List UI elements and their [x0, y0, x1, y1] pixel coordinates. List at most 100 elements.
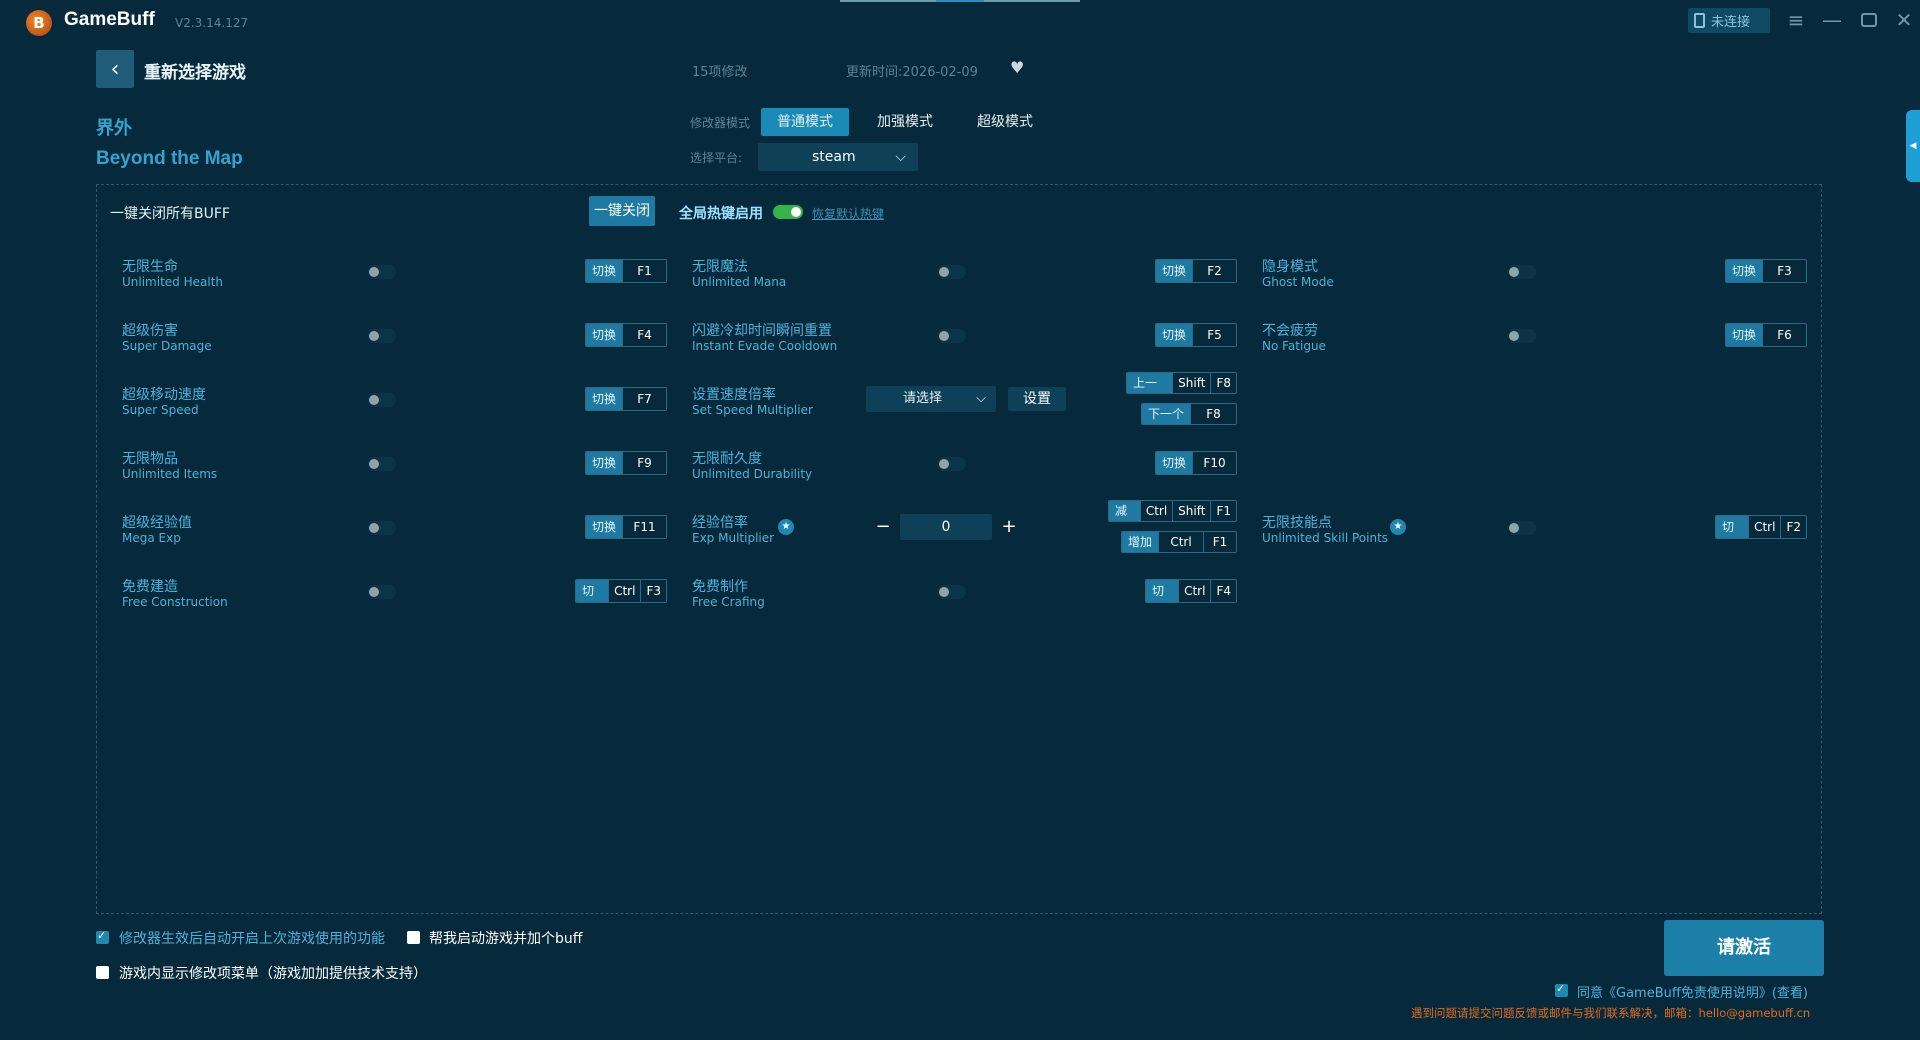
hotkey-button[interactable]: 切换 F4 [585, 323, 667, 347]
cheat-name-cn: 无限物品 [122, 451, 178, 467]
side-collapse-tab[interactable]: ◀ [1906, 110, 1920, 182]
cheat-name-cn: 超级经验值 [122, 515, 192, 531]
agree-terms-link[interactable]: 同意《GameBuff免责使用说明》(查看) [1577, 982, 1808, 1001]
cheat-name-en: Free Construction [122, 595, 228, 609]
star-icon: ★ [1390, 519, 1406, 535]
hotkey-button[interactable]: 切换 Ctrl F2 [1715, 515, 1807, 539]
tab-super-mode[interactable]: 超级模式 [961, 108, 1049, 136]
exp-increase-hotkey[interactable]: 增加 Ctrl F1 [1121, 531, 1237, 553]
back-arrow-icon: ‹ [110, 56, 120, 82]
platform-select[interactable]: steam ⌵ [758, 143, 918, 171]
hotkey-button[interactable]: 切换 F7 [585, 387, 667, 411]
hotkey-button[interactable]: 切换 F10 [1155, 451, 1237, 475]
all-buff-label: 一键关闭所有BUFF [110, 206, 230, 222]
platform-value: steam [812, 149, 856, 165]
launch-game-label: 帮我启动游戏并加个buff [429, 931, 583, 947]
cheat-name-cn: 无限耐久度 [692, 451, 762, 467]
cheat-toggle[interactable] [368, 457, 396, 471]
chevron-down-icon: ⌵ [976, 391, 986, 406]
exp-value-input[interactable]: 0 [900, 514, 992, 540]
cheat-name-en: Unlimited Items [122, 467, 218, 481]
exp-name-en: Exp Multiplier [692, 531, 775, 545]
cheat-name-cn: 不会疲劳 [1262, 323, 1318, 339]
contact-info: 遇到问题请提交问题反馈或邮件与我们联系解决，邮箱：hello@gamebuff.… [1411, 1006, 1811, 1020]
menu-icon[interactable]: ≡ [1782, 6, 1810, 34]
app-title: GameBuff [64, 9, 155, 30]
agree-checkbox[interactable] [1555, 982, 1568, 997]
speed-set-button[interactable]: 设置 [1008, 387, 1066, 411]
star-icon: ★ [778, 519, 794, 535]
exp-minus-button[interactable]: − [873, 517, 893, 537]
maximize-icon[interactable] [1855, 6, 1883, 34]
speed-name-en: Set Speed Multiplier [692, 403, 813, 417]
window-drag-indicator [840, 0, 936, 2]
hotkey-button[interactable]: 切换 F6 [1725, 323, 1807, 347]
tab-normal-mode[interactable]: 普通模式 [761, 108, 849, 136]
cheat-name-cn: 免费建造 [122, 579, 178, 595]
ingame-menu-checkbox[interactable] [96, 966, 109, 979]
back-button[interactable]: ‹ [96, 50, 134, 88]
tab-enhanced-mode[interactable]: 加强模式 [861, 108, 949, 136]
cheat-name-en: Super Speed [122, 403, 199, 417]
activate-button[interactable]: 请激活 [1664, 920, 1824, 976]
connection-button[interactable]: 未连接 [1688, 8, 1770, 33]
auto-enable-checkbox[interactable] [96, 929, 109, 944]
cheat-name-en: Unlimited Health [122, 275, 224, 289]
reselect-game-label[interactable]: 重新选择游戏 [144, 58, 246, 83]
restore-default-hotkeys-link[interactable]: 恢复默认热键 [812, 205, 884, 222]
cheat-toggle[interactable] [368, 265, 396, 279]
game-title-cn: 界外 [96, 118, 132, 139]
hotkey-button[interactable]: 切换 F3 [1725, 259, 1807, 283]
cheat-toggle[interactable] [368, 393, 396, 407]
heart-icon[interactable]: ♥ [1010, 58, 1024, 77]
cheat-name-en: Unlimited Durability [692, 467, 813, 481]
launch-game-checkbox[interactable] [407, 931, 420, 944]
hotkey-button[interactable]: 切换 F9 [585, 451, 667, 475]
connection-status: 未连接 [1711, 15, 1751, 30]
close-icon[interactable]: ✕ [1890, 6, 1918, 34]
global-hotkey-toggle[interactable] [773, 205, 803, 219]
speed-select-value: 请选择 [903, 391, 943, 406]
cheat-name-en: Free Crafing [692, 595, 765, 609]
close-all-button[interactable]: 一键关闭 [589, 196, 655, 226]
speed-prev-hotkey[interactable]: 上一个 Shift F8 [1126, 372, 1237, 394]
cheat-name-en: No Fatigue [1262, 339, 1326, 353]
cheat-toggle[interactable] [938, 329, 966, 343]
cheat-toggle[interactable] [938, 265, 966, 279]
cheat-name-cn: 隐身模式 [1262, 259, 1318, 275]
speed-next-hotkey[interactable]: 下一个 F8 [1141, 403, 1237, 425]
cheat-name-cn: 免费制作 [692, 579, 748, 595]
cheat-name-cn: 无限魔法 [692, 259, 748, 275]
cheat-toggle[interactable] [938, 457, 966, 471]
exp-plus-button[interactable]: + [999, 517, 1019, 537]
exp-name-cn: 经验倍率 [692, 515, 748, 531]
hotkey-button[interactable]: 切换 F1 [585, 259, 667, 283]
auto-enable-label: 修改器生效后自动开启上次游戏使用的功能 [119, 931, 385, 947]
cheat-toggle[interactable] [938, 585, 966, 599]
hotkey-button[interactable]: 切换 Ctrl F3 [575, 579, 667, 603]
cheat-name-en: Mega Exp [122, 531, 181, 545]
exp-decrease-hotkey[interactable]: 减少 Ctrl Shift F1 [1108, 500, 1237, 522]
mode-label: 修改器模式 [690, 116, 751, 130]
cheat-toggle[interactable] [1508, 329, 1536, 343]
minimize-icon[interactable]: — [1818, 6, 1846, 34]
speed-multiplier-select[interactable]: 请选择 ⌵ [866, 386, 996, 412]
hotkey-button[interactable]: 切换 F11 [585, 515, 667, 539]
hotkey-button[interactable]: 切换 F2 [1155, 259, 1237, 283]
ingame-menu-label: 游戏内显示修改项菜单（游戏加加提供技术支持） [119, 966, 427, 982]
cheat-toggle[interactable] [1508, 265, 1536, 279]
game-title-en: Beyond the Map [96, 148, 243, 169]
hotkey-button[interactable]: 切换 Ctrl F4 [1145, 579, 1237, 603]
cheat-name-cn: 超级移动速度 [122, 387, 206, 403]
cheat-toggle[interactable] [1508, 521, 1536, 535]
hotkey-button[interactable]: 切换 F5 [1155, 323, 1237, 347]
speed-name-cn: 设置速度倍率 [692, 387, 776, 403]
window-drag-indicator-right [984, 0, 1080, 2]
mod-count: 15项修改 [692, 65, 748, 80]
cheat-toggle[interactable] [368, 329, 396, 343]
cheat-toggle[interactable] [368, 521, 396, 535]
cheat-name-en: Unlimited Mana [692, 275, 787, 289]
chevron-down-icon: ⌵ [895, 149, 906, 165]
cheat-name-en: Instant Evade Cooldown [692, 339, 838, 353]
cheat-toggle[interactable] [368, 585, 396, 599]
